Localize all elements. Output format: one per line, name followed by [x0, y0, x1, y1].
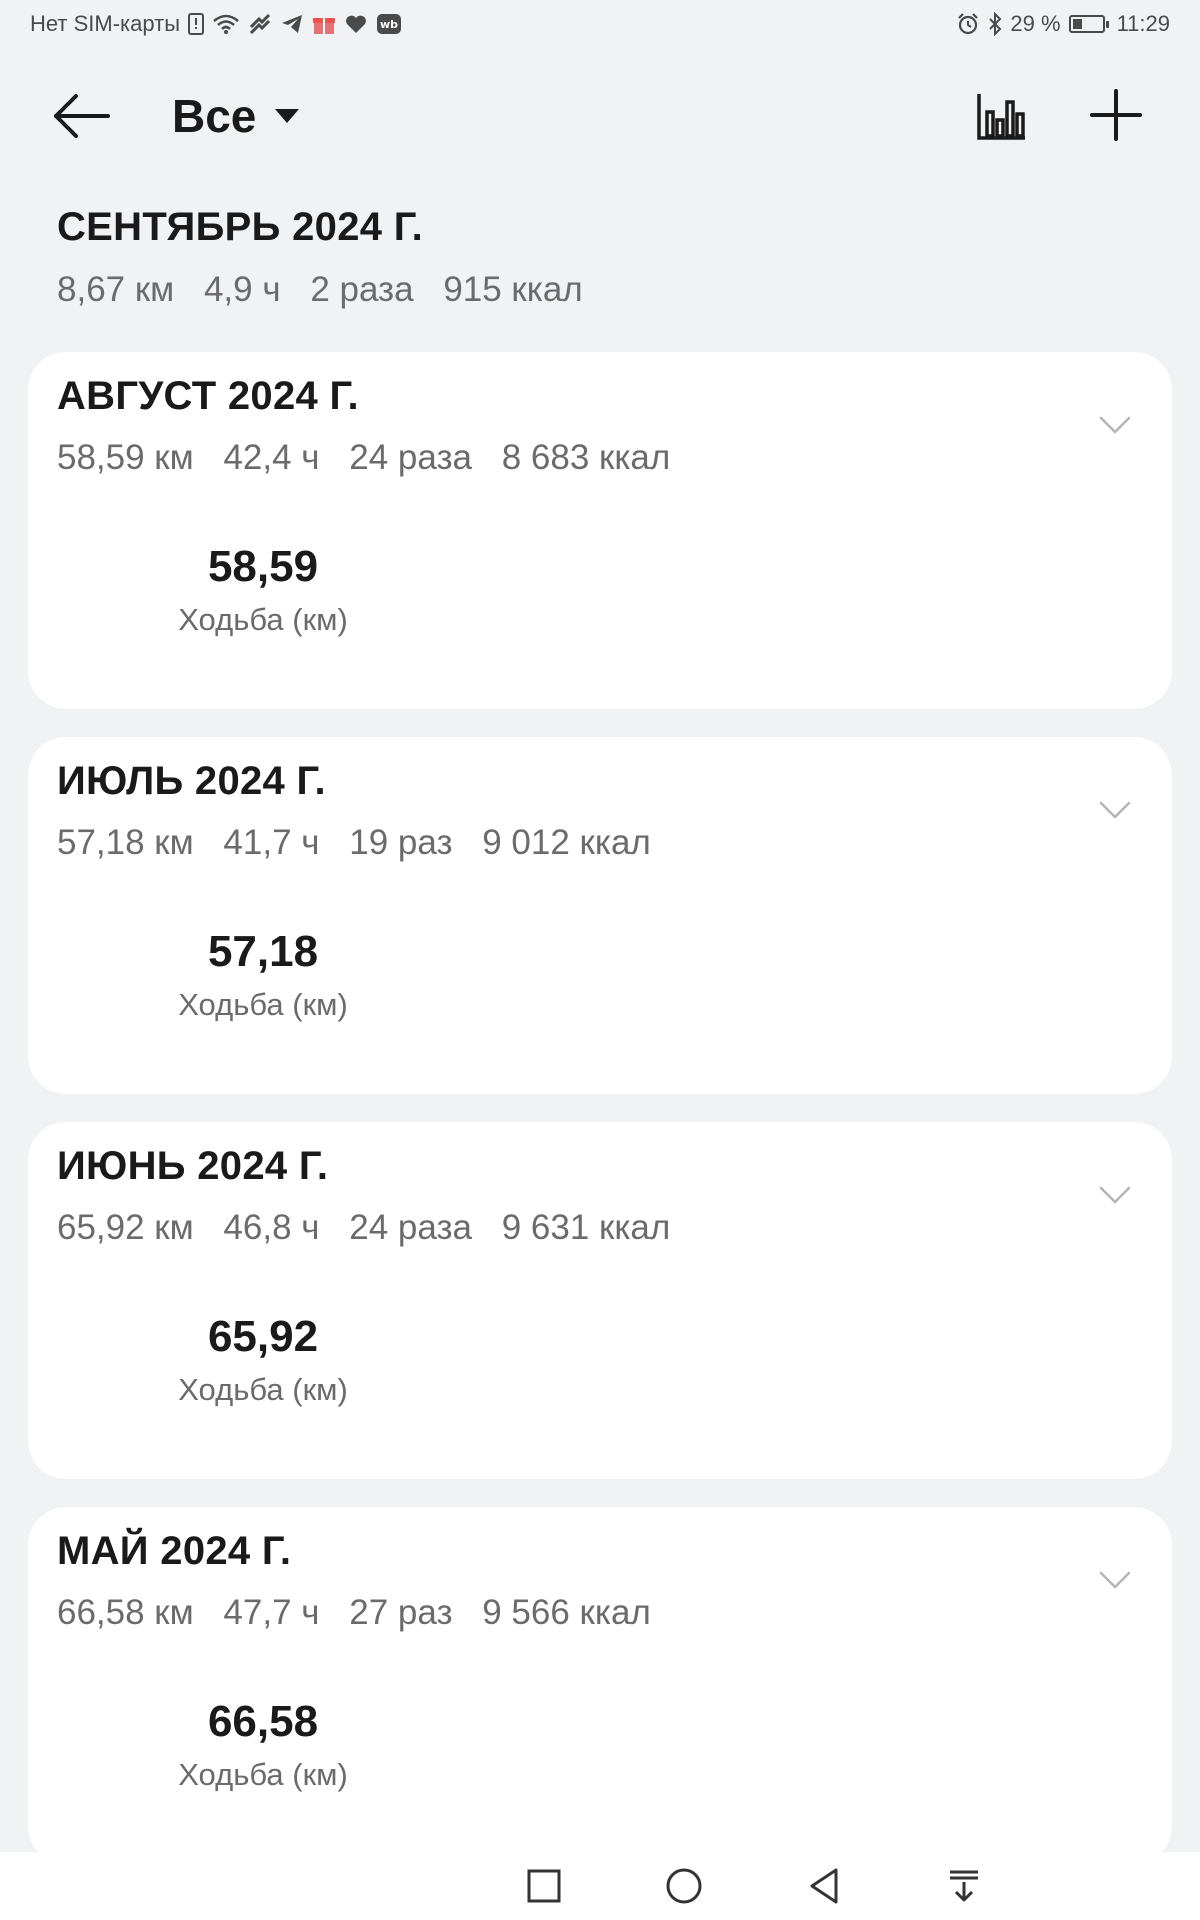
walking-stat: 58,59 Ходьба (км) [128, 542, 398, 638]
add-button[interactable] [1088, 87, 1144, 143]
home-button[interactable] [662, 1864, 706, 1908]
month-duration: 42,4 ч [223, 438, 320, 477]
month-card-july[interactable]: ИЮЛЬ 2024 Г. 57,18 км 41,7 ч 19 раз 9 01… [28, 737, 1172, 1094]
month-card-august[interactable]: АВГУСТ 2024 Г. 58,59 км 42,4 ч 24 раза 8… [28, 352, 1172, 709]
month-card-stats: 57,18 км 41,7 ч 19 раз 9 012 ккал [57, 823, 671, 863]
home-circle-icon [666, 1868, 702, 1904]
clock: 11:29 [1116, 11, 1170, 36]
month-card-june[interactable]: ИЮНЬ 2024 Г. 65,92 км 46,8 ч 24 раза 9 6… [28, 1122, 1172, 1479]
walking-distance-value: 58,59 [207, 542, 319, 591]
back-triangle-icon [810, 1868, 838, 1904]
walking-distance-value: 57,18 [207, 927, 319, 976]
chevron-down-icon[interactable] [1098, 1569, 1132, 1591]
current-month-distance: 8,67 км [57, 270, 175, 309]
battery-icon [1068, 15, 1109, 33]
toolbar: Все [0, 60, 1200, 170]
month-card-stats: 66,58 км 47,7 ч 27 раз 9 566 ккал [57, 1593, 671, 1633]
recent-apps-button[interactable] [522, 1864, 566, 1908]
month-card-title: АВГУСТ 2024 Г. [57, 374, 359, 418]
chevron-down-icon[interactable] [1098, 799, 1132, 821]
current-month-count: 2 раза [310, 270, 414, 309]
walking-stat: 66,58 Ходьба (км) [128, 1697, 398, 1793]
telegram-icon [280, 11, 304, 37]
battery-percent: 29 % [1010, 11, 1061, 36]
month-card-title: ИЮНЬ 2024 Г. [57, 1144, 329, 1188]
notification-pull-down-button[interactable] [942, 1864, 986, 1908]
month-count: 19 раз [349, 823, 453, 862]
walking-stat: 65,92 Ходьба (км) [128, 1312, 398, 1408]
month-distance: 58,59 км [57, 438, 194, 477]
back-button[interactable] [50, 88, 118, 144]
current-month-title: СЕНТЯБРЬ 2024 Г. [57, 205, 424, 249]
system-back-button[interactable] [802, 1864, 846, 1908]
month-distance: 65,92 км [57, 1208, 194, 1247]
month-distance: 57,18 км [57, 823, 194, 862]
sim-alert-icon [188, 11, 205, 37]
walking-distance-value: 65,92 [207, 1312, 319, 1361]
status-left: Нет SIM-карты wb [30, 11, 402, 37]
gift-icon [312, 11, 336, 37]
month-card-stats: 58,59 км 42,4 ч 24 раза 8 683 ккал [57, 438, 690, 478]
app-icon [248, 11, 272, 37]
walking-distance-value: 66,58 [207, 1697, 319, 1746]
recent-apps-square-icon [527, 1869, 561, 1903]
chevron-down-icon[interactable] [1098, 414, 1132, 436]
notification-pull-down-icon [950, 1870, 978, 1902]
wifi-icon [212, 11, 240, 37]
back-arrow-icon [54, 94, 110, 138]
month-card-title: МАЙ 2024 Г. [57, 1529, 292, 1573]
month-card-stats: 65,92 км 46,8 ч 24 раза 9 631 ккал [57, 1208, 690, 1248]
current-month-calories: 915 ккал [443, 270, 583, 309]
month-count: 27 раз [349, 1593, 453, 1632]
walking-distance-label: Ходьба (км) [178, 1372, 348, 1407]
month-card-title: ИЮЛЬ 2024 Г. [57, 759, 326, 803]
plus-icon [1090, 89, 1142, 141]
month-count: 24 раза [349, 1208, 472, 1247]
current-month-stats: 8,67 км 4,9 ч 2 раза 915 ккал [57, 270, 1157, 310]
svg-text:wb: wb [380, 18, 398, 31]
status-bar: Нет SIM-карты wb 29 % 11:29 [0, 0, 1200, 48]
current-month-summary: СЕНТЯБРЬ 2024 Г. 8,67 км 4,9 ч 2 раза 91… [57, 205, 1157, 310]
month-duration: 46,8 ч [223, 1208, 320, 1247]
month-calories: 8 683 ккал [501, 438, 671, 477]
chevron-down-icon[interactable] [1098, 1184, 1132, 1206]
month-calories: 9 631 ккал [501, 1208, 671, 1247]
month-card-may[interactable]: МАЙ 2024 Г. 66,58 км 47,7 ч 27 раз 9 566… [28, 1507, 1172, 1864]
alarm-icon [956, 11, 980, 37]
month-duration: 47,7 ч [223, 1593, 320, 1632]
dropdown-triangle-icon [275, 109, 300, 123]
filter-label: Все [172, 90, 257, 142]
month-count: 24 раза [349, 438, 472, 477]
statistics-button[interactable] [975, 90, 1029, 144]
month-distance: 66,58 км [57, 1593, 194, 1632]
heart-icon [344, 11, 368, 37]
walking-stat: 57,18 Ходьба (км) [128, 927, 398, 1023]
bar-chart-icon [977, 94, 1025, 140]
carrier-label: Нет SIM-карты [30, 11, 181, 36]
status-right: 29 % 11:29 [956, 11, 1170, 37]
month-calories: 9 566 ккал [482, 1593, 651, 1632]
month-calories: 9 012 ккал [482, 823, 651, 862]
wb-icon: wb [376, 11, 402, 37]
current-month-duration: 4,9 ч [203, 270, 281, 309]
walking-distance-label: Ходьба (км) [178, 987, 348, 1022]
walking-distance-label: Ходьба (км) [178, 602, 348, 637]
filter-dropdown[interactable]: Все [172, 88, 300, 144]
system-navigation-bar [0, 1852, 1200, 1920]
month-duration: 41,7 ч [223, 823, 320, 862]
walking-distance-label: Ходьба (км) [178, 1757, 348, 1792]
bluetooth-icon [988, 11, 1002, 37]
